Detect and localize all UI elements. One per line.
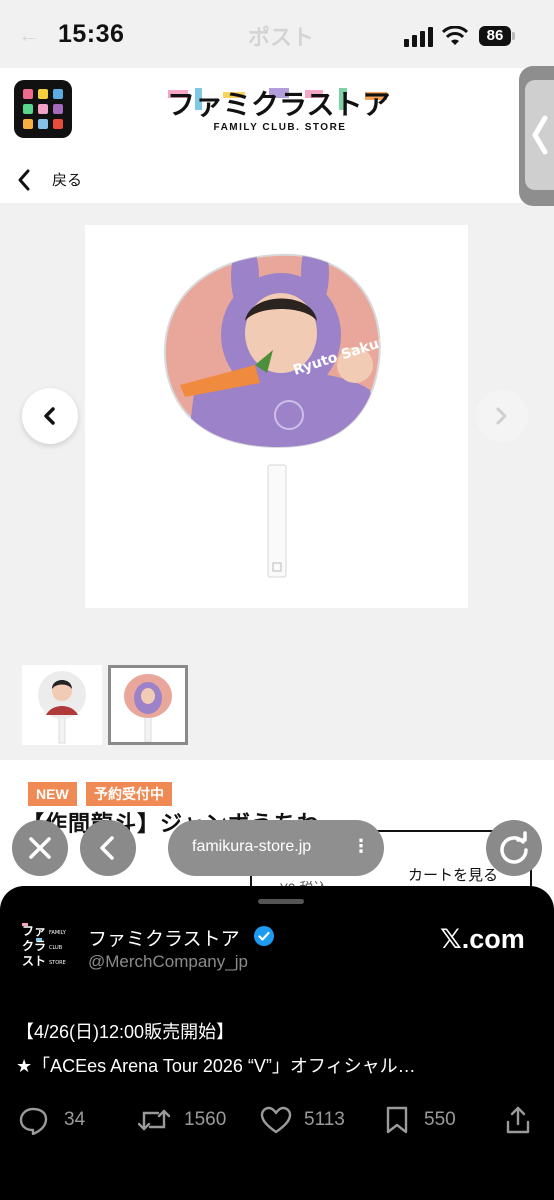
- cellular-signal-icon: [404, 27, 433, 47]
- verified-badge-icon: [254, 926, 274, 946]
- svg-text:CLUB: CLUB: [49, 945, 63, 951]
- product-image[interactable]: Ryuto Sakuma: [85, 225, 468, 608]
- like-icon[interactable]: [260, 1105, 292, 1135]
- svg-text:FAMILY: FAMILY: [49, 930, 67, 936]
- chevron-right-icon: [496, 407, 507, 425]
- app-grid-icon[interactable]: [14, 80, 72, 138]
- svg-text:ファ: ファ: [22, 924, 46, 938]
- svg-text:ファミクラストア: ファミクラストア: [167, 88, 390, 121]
- status-time: 15:36: [58, 20, 125, 48]
- bookmark-icon[interactable]: [384, 1105, 410, 1135]
- close-browser-button[interactable]: [12, 820, 68, 876]
- back-chevron-icon[interactable]: [14, 166, 34, 194]
- view-cart-label[interactable]: カートを見る: [408, 864, 498, 885]
- reload-icon: [500, 831, 528, 864]
- x-logo[interactable]: 𝕏.com: [440, 924, 525, 955]
- chevron-left-icon: [100, 836, 114, 860]
- svg-text:スト: スト: [22, 954, 46, 968]
- reply-count: 34: [64, 1109, 86, 1130]
- thumbnail-front[interactable]: [22, 665, 102, 745]
- edge-swipe-handle[interactable]: [519, 66, 554, 206]
- battery-tip: [512, 32, 515, 40]
- repost-count: 1560: [184, 1109, 227, 1130]
- battery-icon: 86: [479, 26, 511, 46]
- carousel-prev-button[interactable]: [22, 388, 78, 444]
- chevron-left-icon: [44, 407, 55, 425]
- repost-icon[interactable]: [136, 1105, 172, 1135]
- thumbnail-back[interactable]: [108, 665, 188, 745]
- account-handle[interactable]: @MerchCompany_jp: [88, 952, 248, 972]
- reload-button[interactable]: [486, 820, 542, 876]
- back-arrow-icon: ←: [18, 22, 40, 47]
- brand-subtitle: FAMILY CLUB. STORE: [213, 122, 347, 133]
- share-icon[interactable]: [504, 1105, 532, 1135]
- carousel-next-button[interactable]: [476, 390, 528, 442]
- account-name[interactable]: ファミクラストア: [88, 924, 240, 951]
- reply-icon[interactable]: [18, 1105, 50, 1135]
- wifi-icon: [442, 26, 468, 45]
- page-title-ghost: ポスト: [248, 25, 315, 50]
- browser-back-button[interactable]: [80, 820, 136, 876]
- svg-text:クラ: クラ: [22, 939, 46, 953]
- sheet-grabber[interactable]: [258, 899, 304, 904]
- back-link[interactable]: 戻る: [52, 169, 82, 190]
- url-text[interactable]: famikura-store.jp: [192, 838, 311, 856]
- badge-new: NEW: [28, 782, 77, 806]
- account-avatar[interactable]: ファ クラ スト FAMILY CLUB STORE: [22, 922, 70, 970]
- svg-text:STORE: STORE: [49, 960, 66, 966]
- badge-preorder: 予約受付中: [86, 782, 172, 806]
- more-vertical-icon[interactable]: ⋮: [352, 836, 370, 857]
- bookmark-count: 550: [424, 1109, 456, 1130]
- like-count: 5113: [304, 1109, 345, 1130]
- tweet-text-line2: ★「ACEes Arena Tour 2026 “V”」オフィシャル…: [16, 1056, 416, 1076]
- chevron-left-icon: [532, 115, 548, 155]
- close-icon: [29, 837, 51, 859]
- tweet-text-line1: 【4/26(日)12:00販売開始】: [16, 1022, 235, 1042]
